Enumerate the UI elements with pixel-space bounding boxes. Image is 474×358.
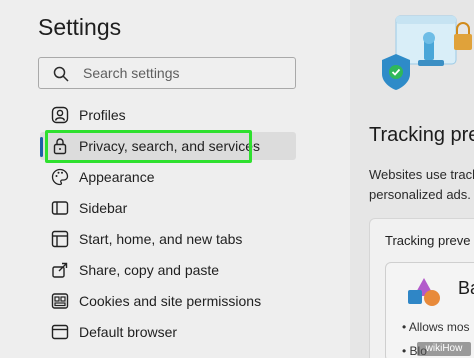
watermark-badge: wikiHow [417,342,471,356]
privacy-illustration-icon [382,15,472,90]
cookie-permissions-icon [51,293,69,309]
highlight-box [45,130,252,163]
sidebar-item-start-home[interactable]: Start, home, and new tabs [40,225,296,253]
search-placeholder: Search settings [83,65,180,81]
search-icon [53,66,69,82]
sidebar-item-sidebar[interactable]: Sidebar [40,194,296,222]
sidebar-item-label: Share, copy and paste [79,262,220,278]
tracking-description: Websites use track personalized ads. [369,165,474,205]
sidebar-icon [51,201,69,215]
sidebar-item-profiles[interactable]: Profiles [40,101,296,129]
palette-icon [51,168,69,186]
sidebar-item-label: Sidebar [79,200,128,216]
sidebar-item-share[interactable]: Share, copy and paste [40,256,296,284]
home-icon [51,230,69,248]
page-title: Settings [38,14,122,40]
description-line: personalized ads. [369,187,471,202]
sidebar-item-appearance[interactable]: Appearance [40,163,296,191]
description-line: Websites use track [369,167,474,182]
option-bullet: • Allows mos [402,320,470,334]
card-title: Tracking preve [385,233,471,248]
browser-icon [51,324,69,340]
option-label: Ba [458,278,474,298]
active-indicator [40,137,43,157]
sidebar-item-label: Cookies and site permissions [79,293,262,309]
settings-sidebar: Settings Search settings Profiles Privac… [0,0,350,358]
sidebar-item-label: Appearance [79,169,155,185]
sidebar-item-cookies[interactable]: Cookies and site permissions [40,287,296,315]
sidebar-item-default-browser[interactable]: Default browser [40,318,296,346]
bullet-text: Allows mos [408,320,470,334]
sidebar-item-label: Profiles [79,107,126,123]
share-icon [52,262,68,278]
profile-icon [51,106,69,124]
sidebar-item-label: Start, home, and new tabs [79,231,243,247]
shapes-icon [408,278,440,306]
sidebar-item-label: Default browser [79,324,178,340]
tracking-prevention-title: Tracking pre [369,124,474,146]
search-input[interactable]: Search settings [38,57,296,89]
